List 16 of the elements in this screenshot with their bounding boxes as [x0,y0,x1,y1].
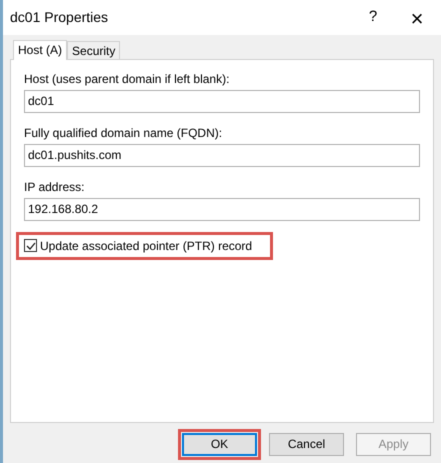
tab[interactable]: Security [67,40,120,59]
field-label: Fully qualified domain name (FQDN): [24,124,224,142]
close-button[interactable]: × [393,2,441,32]
text-field[interactable]: dc01.pushits.com [24,144,420,167]
field-label: Host (uses parent domain if left blank): [24,70,230,88]
checkbox-label: Update associated pointer (PTR) record [40,238,252,255]
cancel-button[interactable]: Cancel [269,432,344,456]
text-field[interactable]: dc01 [24,90,420,113]
help-button[interactable]: ? [353,2,393,32]
text-field[interactable]: 192.168.80.2 [24,198,420,221]
field-label: IP address: [24,178,86,196]
check-icon [26,242,36,250]
window-title: dc01 Properties [10,8,110,27]
tab[interactable]: Host (A) [13,40,68,60]
ok-button[interactable]: OK [182,432,257,456]
checkbox[interactable] [24,239,37,252]
